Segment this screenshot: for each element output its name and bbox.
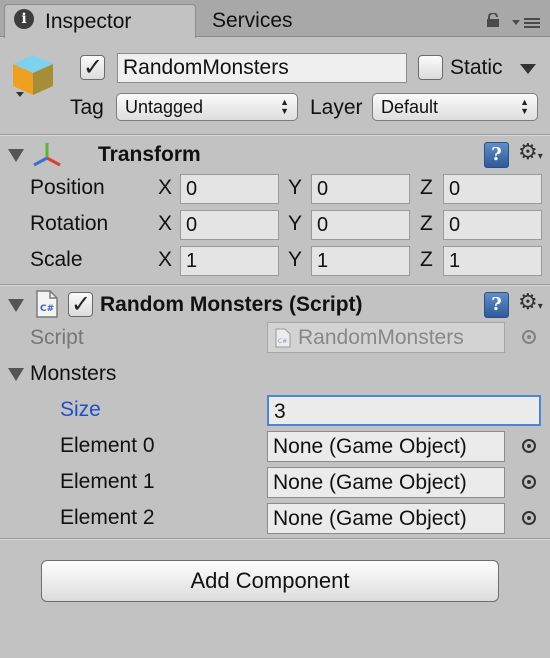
axis-y-label[interactable]: Y xyxy=(288,176,302,200)
object-picker-icon[interactable] xyxy=(522,439,536,453)
lock-icon[interactable] xyxy=(485,13,501,27)
position-z-field[interactable]: 0 xyxy=(443,174,542,204)
script-title[interactable]: Random Monsters (Script) xyxy=(100,293,363,317)
axis-x-label[interactable]: X xyxy=(158,176,172,200)
svg-text:C#: C# xyxy=(278,338,287,345)
object-picker-icon xyxy=(522,330,536,344)
axis-z-label[interactable]: Z xyxy=(420,176,433,200)
element-2-field[interactable]: None (Game Object) xyxy=(267,503,505,534)
element-1-label: Element 1 xyxy=(60,470,155,493)
axis-z-label[interactable]: Z xyxy=(420,248,433,272)
position-label: Position xyxy=(30,176,105,199)
scale-x-field[interactable]: 1 xyxy=(180,246,279,276)
rotation-x-field[interactable]: 0 xyxy=(180,210,279,240)
scale-z-field[interactable]: 1 xyxy=(443,246,542,276)
rotation-z-field[interactable]: 0 xyxy=(443,210,542,240)
position-x-field[interactable]: 0 xyxy=(180,174,279,204)
monsters-foldout-icon[interactable] xyxy=(8,368,24,381)
element-0-label: Element 0 xyxy=(60,434,155,457)
csharp-file-icon: C# xyxy=(36,290,58,318)
checkmark-icon: ✓ xyxy=(83,53,104,81)
menu-icon[interactable] xyxy=(512,16,542,30)
dropdown-arrows-icon: ▲ ▼ xyxy=(520,97,529,116)
gear-icon[interactable]: ⚙▾ xyxy=(518,291,544,317)
layer-value: Default xyxy=(381,97,439,117)
script-field: RandomMonsters xyxy=(267,322,505,353)
position-y-field[interactable]: 0 xyxy=(311,174,410,204)
static-label: Static xyxy=(450,56,503,79)
layer-dropdown[interactable]: Default ▲ ▼ xyxy=(372,93,538,121)
axis-y-label[interactable]: Y xyxy=(288,212,302,236)
gear-icon[interactable]: ⚙▾ xyxy=(518,141,544,167)
rotation-y-field[interactable]: 0 xyxy=(311,210,410,240)
axis-z-label[interactable]: Z xyxy=(420,212,433,236)
tag-value: Untagged xyxy=(125,97,204,117)
transform-gizmo-icon xyxy=(33,143,61,167)
tab-inspector-label: Inspector xyxy=(45,10,132,33)
element-0-field[interactable]: None (Game Object) xyxy=(267,431,505,462)
csharp-badge: C# xyxy=(40,304,54,314)
scale-label: Scale xyxy=(30,248,83,271)
script-enabled-checkbox[interactable]: ✓ xyxy=(68,290,93,318)
size-label: Size xyxy=(60,398,101,421)
csharp-file-icon: C# xyxy=(275,328,291,348)
object-picker-icon[interactable] xyxy=(522,475,536,489)
tab-services[interactable]: Services xyxy=(200,4,340,36)
element-1-field[interactable]: None (Game Object) xyxy=(267,467,505,498)
tag-dropdown[interactable]: Untagged ▲ ▼ xyxy=(116,93,298,121)
help-book-icon[interactable]: ? xyxy=(484,142,509,168)
static-dropdown-icon[interactable] xyxy=(520,64,536,74)
script-label: Script xyxy=(30,326,84,349)
element-2-label: Element 2 xyxy=(60,506,155,529)
cube-icon[interactable] xyxy=(10,52,56,98)
info-icon: i xyxy=(14,9,34,29)
divider xyxy=(0,538,550,540)
add-component-button[interactable]: Add Component xyxy=(41,560,499,602)
active-checkbox[interactable]: ✓ xyxy=(80,53,105,81)
tab-services-label: Services xyxy=(212,9,293,32)
size-field[interactable]: 3 xyxy=(267,395,541,426)
divider xyxy=(0,284,550,286)
rotation-label: Rotation xyxy=(30,212,109,235)
axis-y-label[interactable]: Y xyxy=(288,248,302,272)
scale-y-field[interactable]: 1 xyxy=(311,246,410,276)
divider xyxy=(0,134,550,136)
tag-label: Tag xyxy=(70,96,104,119)
axis-x-label[interactable]: X xyxy=(158,212,172,236)
name-field[interactable]: RandomMonsters xyxy=(117,53,407,83)
help-book-icon[interactable]: ? xyxy=(484,292,509,318)
static-checkbox[interactable] xyxy=(418,55,443,80)
dropdown-arrows-icon: ▲ ▼ xyxy=(280,97,289,116)
axis-x-label[interactable]: X xyxy=(158,248,172,272)
script-foldout-icon[interactable] xyxy=(8,299,24,312)
checkmark-icon: ✓ xyxy=(71,290,92,318)
transform-title[interactable]: Transform xyxy=(98,143,201,167)
object-picker-icon[interactable] xyxy=(522,511,536,525)
layer-label: Layer xyxy=(310,96,363,119)
script-field-value: RandomMonsters xyxy=(298,326,464,349)
transform-foldout-icon[interactable] xyxy=(8,149,24,162)
monsters-label[interactable]: Monsters xyxy=(30,362,116,386)
